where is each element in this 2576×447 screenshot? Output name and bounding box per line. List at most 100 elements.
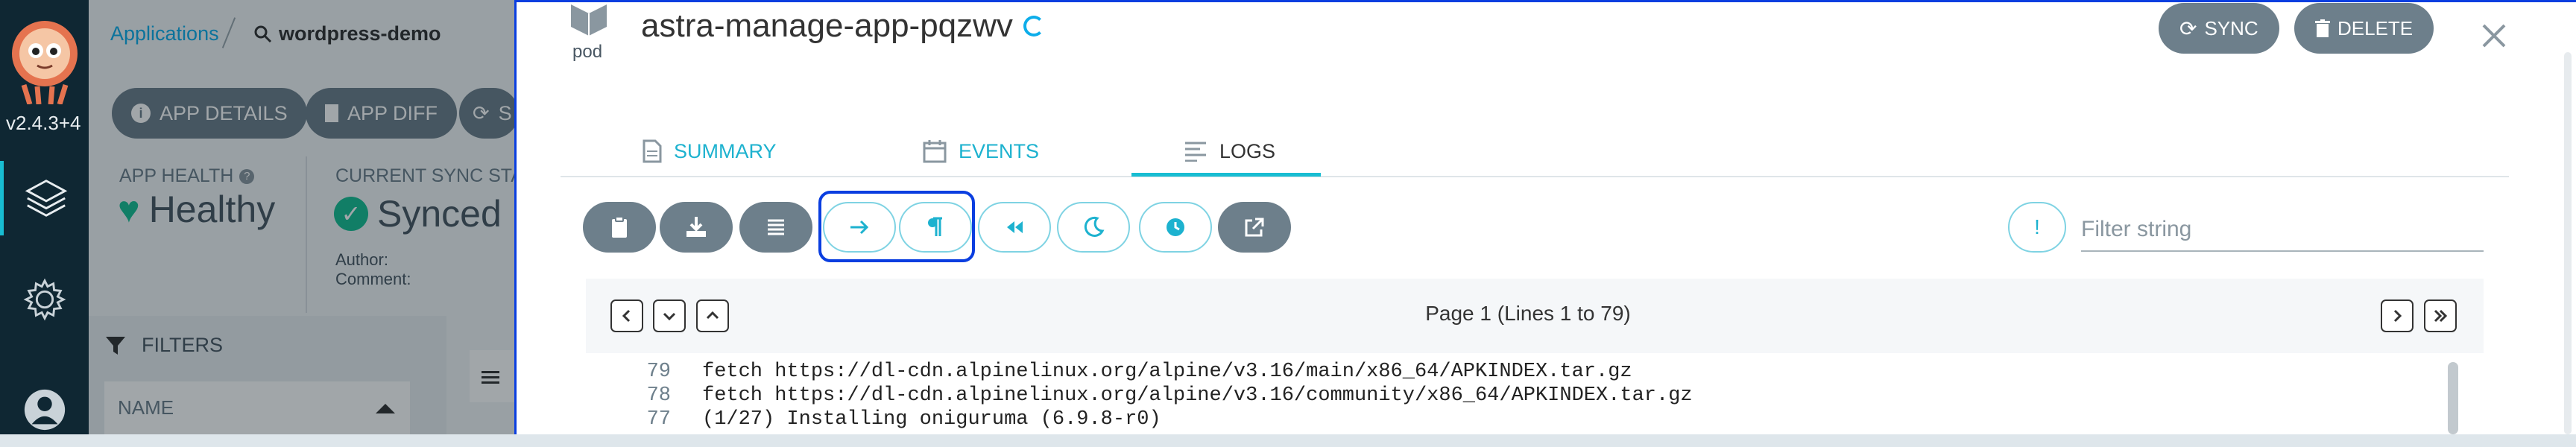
app-diff-label: APP DIFF <box>347 101 438 124</box>
name-filter-section[interactable]: NAME <box>104 381 410 434</box>
tab-summary[interactable]: SUMMARY <box>643 127 777 176</box>
help-icon[interactable]: ? <box>239 168 255 184</box>
app-diff-button[interactable]: APP DIFF <box>306 88 458 139</box>
log-line-number: 78 <box>646 384 671 407</box>
sync-icon: ⟳ <box>2179 16 2197 40</box>
status-divider <box>306 156 307 313</box>
open-new-window-button[interactable] <box>1218 202 1291 253</box>
copy-logs-button[interactable] <box>583 202 656 253</box>
log-line-text: fetch https://dl-cdn.alpinelinux.org/alp… <box>702 384 1693 407</box>
info-icon: i <box>131 104 151 123</box>
tabs-divider <box>561 176 2509 177</box>
next-page-button[interactable] <box>2381 299 2414 332</box>
wrap-lines-button[interactable] <box>739 202 812 253</box>
sync-app-button[interactable]: ⟳ S <box>459 88 519 139</box>
sync-status-value: ✓ Synced <box>334 192 502 235</box>
gear-icon <box>23 278 66 321</box>
align-left-icon <box>482 371 499 373</box>
since-beginning-button[interactable] <box>978 202 1051 253</box>
rewind-icon <box>1007 221 1023 233</box>
close-icon[interactable] <box>2479 21 2509 51</box>
author-label: Author: <box>335 250 388 269</box>
panel-scrollbar[interactable] <box>2564 52 2572 434</box>
log-line: 77 (1/27) Installing oniguruma (6.9.8-r0) <box>611 408 1161 431</box>
tab-events-label: EVENTS <box>959 139 1040 162</box>
resource-name: astra-manage-app-pqzwv <box>641 7 1013 44</box>
log-line-text: fetch https://dl-cdn.alpinelinux.org/alp… <box>702 361 1632 383</box>
log-scrollbar[interactable] <box>2448 362 2458 434</box>
nav-user[interactable] <box>0 372 89 447</box>
log-line-number: 77 <box>646 408 671 431</box>
app-health-text: Healthy <box>148 188 276 230</box>
filter-string-input[interactable] <box>2081 209 2484 252</box>
log-line-number: 79 <box>646 361 671 383</box>
nav-settings[interactable] <box>0 262 89 337</box>
left-nav: v2.4.3+4 <box>0 0 89 434</box>
dark-mode-button[interactable] <box>1057 202 1130 253</box>
scroll-down-button[interactable] <box>653 299 686 332</box>
tab-logs-label: LOGS <box>1219 139 1276 162</box>
log-line-text: (1/27) Installing oniguruma (6.9.8-r0) <box>702 408 1161 431</box>
app-details-button[interactable]: i APP DETAILS <box>112 88 307 139</box>
app-details-label: APP DETAILS <box>160 101 288 124</box>
log-line: 79 fetch https://dl-cdn.alpinelinux.org/a… <box>611 361 1632 383</box>
tab-summary-label: SUMMARY <box>674 139 777 162</box>
log-lines-icon <box>1185 142 1206 162</box>
delete-button[interactable]: DELETE <box>2294 3 2434 54</box>
filters-title-text: FILTERS <box>142 334 224 356</box>
resource-kind-label: pod <box>572 42 603 62</box>
sync-app-label: S <box>498 101 512 124</box>
layers-icon <box>25 180 68 217</box>
tab-events[interactable]: EVENTS <box>923 127 1039 176</box>
chevron-left-icon <box>622 309 631 323</box>
focused-button-group <box>818 191 975 262</box>
trash-icon <box>2315 19 2330 37</box>
sync-status-label: CURRENT SYNC STA <box>335 165 523 186</box>
filter-mode-button[interactable]: ! <box>2008 202 2066 253</box>
filter-icon <box>106 336 125 355</box>
app-health-label-text: APP HEALTH <box>119 165 234 186</box>
sync-button[interactable]: ⟳ SYNC <box>2159 3 2279 54</box>
view-toggle[interactable] <box>470 350 514 402</box>
breadcrumb-applications[interactable]: Applications <box>110 22 219 45</box>
chevron-up-icon <box>706 311 719 320</box>
caret-up-icon[interactable] <box>376 404 395 413</box>
name-filter-label: NAME <box>118 396 174 419</box>
log-line: 78 fetch https://dl-cdn.alpinelinux.org/a… <box>611 384 1693 407</box>
chevron-down-icon <box>663 312 676 321</box>
scroll-up-button[interactable] <box>696 299 729 332</box>
download-logs-button[interactable] <box>660 202 733 253</box>
file-icon <box>643 139 662 163</box>
prev-page-button[interactable] <box>610 299 643 332</box>
comment-label: Comment: <box>335 270 411 288</box>
nav-applications[interactable] <box>0 161 89 235</box>
version-label: v2.4.3+4 <box>6 112 81 134</box>
moon-icon <box>1084 216 1105 237</box>
tab-logs[interactable]: LOGS <box>1184 127 1275 176</box>
clock-icon <box>1167 218 1184 236</box>
check-circle-icon: ✓ <box>334 197 368 231</box>
exclamation-icon: ! <box>2034 215 2040 238</box>
calendar-icon <box>923 140 947 163</box>
clipboard-icon <box>612 216 627 238</box>
app-health-value: ♥ Healthy <box>118 188 275 231</box>
sync-button-label: SYNC <box>2204 16 2258 39</box>
delete-button-label: DELETE <box>2337 16 2414 39</box>
align-icon <box>768 219 784 235</box>
sync-status-text: Synced <box>377 193 502 235</box>
sync-icon: ⟳ <box>473 101 490 124</box>
file-diff-icon <box>325 104 338 122</box>
active-tab-indicator <box>1131 173 1321 177</box>
breadcrumb-app-name: wordpress-demo <box>279 22 441 45</box>
app-health-label: APP HEALTH ? <box>119 165 255 187</box>
external-link-icon <box>1245 218 1264 237</box>
resource-title: astra-manage-app-pqzwv <box>641 7 1044 45</box>
last-page-button[interactable] <box>2424 299 2457 332</box>
timestamps-button[interactable] <box>1139 202 1212 253</box>
progressing-spinner-icon <box>1023 16 1044 37</box>
search-icon <box>254 25 272 42</box>
argo-logo-icon[interactable] <box>7 16 82 104</box>
page-info: Page 1 (Lines 1 to 79) <box>1425 302 1631 325</box>
chevron-right-icon <box>2393 309 2402 323</box>
double-chevron-right-icon <box>2434 309 2448 323</box>
